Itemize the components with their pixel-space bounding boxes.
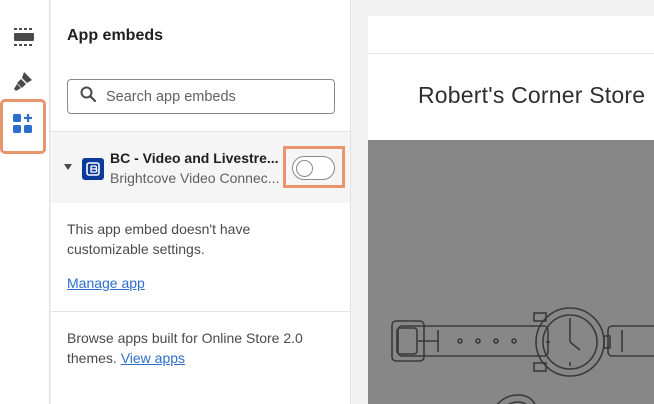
sections-button[interactable] xyxy=(5,20,43,58)
brush-icon xyxy=(13,70,35,97)
toggle-highlight xyxy=(283,146,345,188)
divider xyxy=(51,311,350,312)
panel-title: App embeds xyxy=(67,27,164,44)
preview-area: Robert's Corner Store xyxy=(352,0,654,404)
brightcove-logo-icon xyxy=(82,158,104,180)
app-embed-toggle[interactable] xyxy=(292,156,335,180)
app-embeds-icon xyxy=(12,113,34,140)
theme-settings-button[interactable] xyxy=(5,64,43,102)
hero-image-placeholder[interactable] xyxy=(368,140,654,404)
app-embeds-button[interactable] xyxy=(0,99,46,154)
manage-app-link[interactable]: Manage app xyxy=(67,275,145,291)
search-icon xyxy=(80,86,97,107)
view-apps-link[interactable]: View apps xyxy=(121,350,185,366)
watch-illustration-icon xyxy=(391,307,654,404)
search-field[interactable] xyxy=(67,79,335,114)
search-input[interactable] xyxy=(106,88,316,105)
storefront-preview[interactable]: Robert's Corner Store xyxy=(368,16,654,404)
store-name[interactable]: Robert's Corner Store xyxy=(418,82,645,109)
editor-sidebar-rail xyxy=(0,0,50,404)
app-embed-row[interactable]: BC - Video and Livestre... Brightcove Vi… xyxy=(51,131,350,203)
app-embed-name: BC - Video and Livestre... xyxy=(110,150,279,166)
no-settings-message: This app embed doesn't have customizable… xyxy=(67,221,251,257)
browse-apps-text: Browse apps built for Online Store 2.0 t… xyxy=(67,328,327,368)
sections-icon xyxy=(13,27,35,52)
app-embed-subtitle: Brightcove Video Connec... xyxy=(110,170,280,186)
toggle-knob xyxy=(296,159,313,177)
preview-announcement-bar xyxy=(368,16,654,54)
chevron-down-icon[interactable] xyxy=(64,164,72,170)
app-embeds-panel: App embeds BC - Video and Livestre... Br… xyxy=(51,0,351,404)
